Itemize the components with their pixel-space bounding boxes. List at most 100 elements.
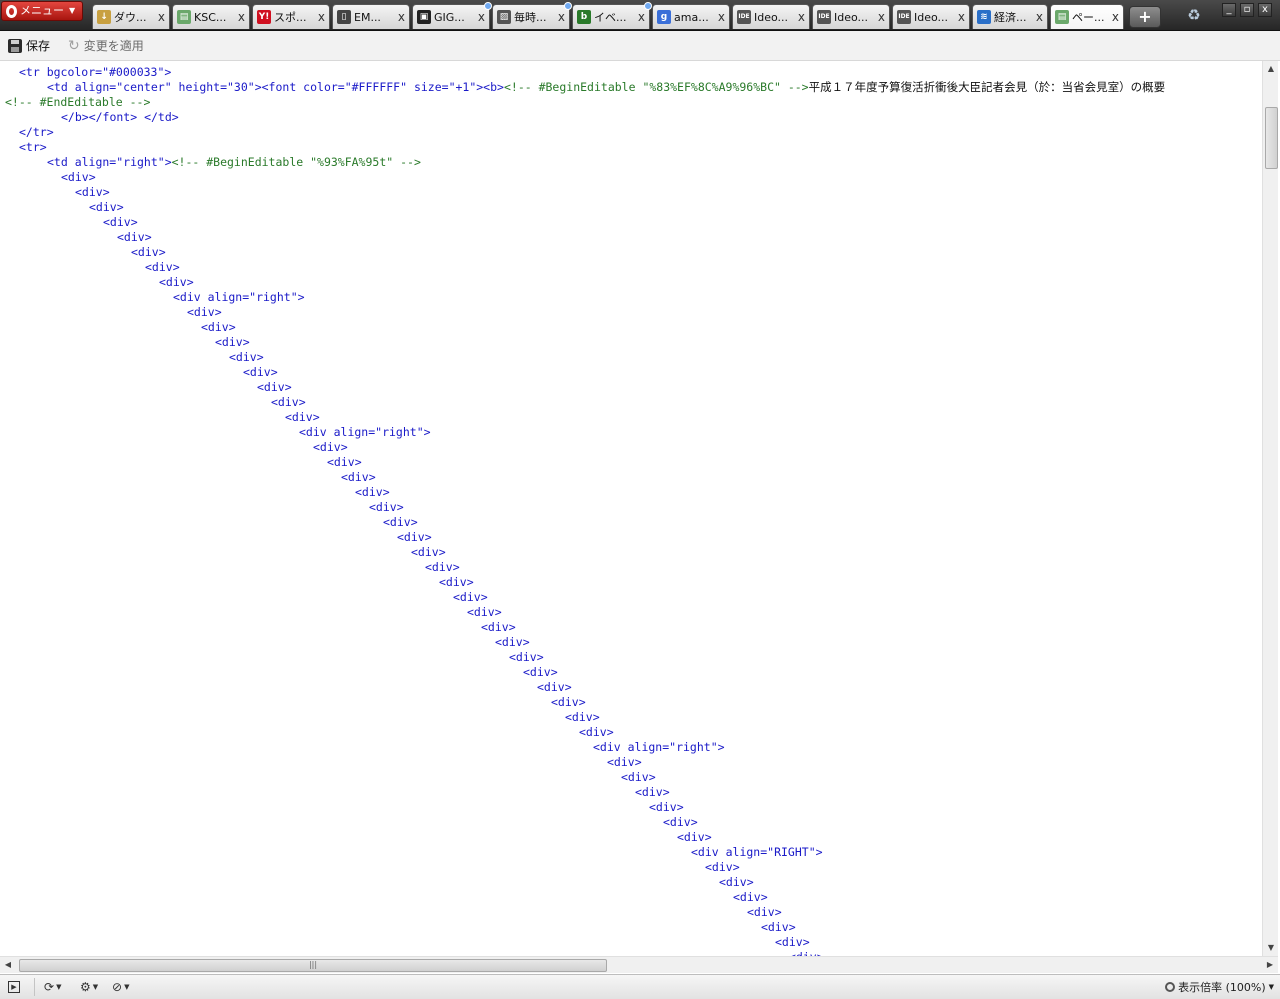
close-tab-icon[interactable]: x xyxy=(638,10,645,24)
source-line: <div> xyxy=(439,575,474,590)
scroll-left-arrow-icon[interactable]: ◀ xyxy=(0,957,16,973)
tab-5[interactable]: ▣ GIG... x xyxy=(412,2,492,29)
source-line: <div> xyxy=(187,305,222,320)
source-line: <div align="RIGHT"> xyxy=(691,845,823,860)
chevron-down-icon: ▼ xyxy=(69,6,76,15)
chevron-down-icon: ▼ xyxy=(92,983,99,991)
magnifier-icon xyxy=(1165,982,1176,992)
close-tab-icon[interactable]: x xyxy=(398,10,405,24)
tab-7[interactable]: b イベ... x xyxy=(572,2,652,29)
scroll-up-arrow-icon[interactable]: ▲ xyxy=(1263,61,1279,77)
code-tag: <div> xyxy=(257,380,292,394)
code-tag: <div> xyxy=(775,935,810,949)
close-tab-icon[interactable]: x xyxy=(798,10,805,24)
tab-1[interactable]: ↓ ダウ... x xyxy=(92,4,170,29)
sync-button[interactable]: ⟳ ▼ xyxy=(44,979,61,995)
code-tag: <td align="center" height="30"><font col… xyxy=(47,80,504,94)
panel-toggle-button[interactable]: ▶ xyxy=(8,979,20,995)
source-line: <div> xyxy=(523,665,558,680)
code-tag: <div> xyxy=(537,680,572,694)
tab-3[interactable]: Y! スポ... x xyxy=(252,4,330,29)
code-tag: <div> xyxy=(439,575,474,589)
code-tag: <div> xyxy=(89,200,124,214)
tab-title: ペー... xyxy=(1072,11,1105,24)
close-tab-icon[interactable]: x xyxy=(958,10,965,24)
page-icon: ▤ xyxy=(177,10,191,24)
apply-changes-button[interactable]: ↻ 変更を適用 xyxy=(68,37,144,54)
source-line: <div> xyxy=(145,260,180,275)
vertical-scroll-thumb[interactable] xyxy=(1265,107,1278,169)
source-line: <div> xyxy=(621,770,656,785)
code-comment: <!-- #BeginEditable "%83%EF%8C%A9%96%BC"… xyxy=(503,80,809,94)
close-tab-icon[interactable]: x xyxy=(478,10,485,24)
ideone-icon: IDE xyxy=(897,10,911,24)
zoom-control[interactable]: 表示倍率 (100%) ▼ xyxy=(1165,979,1274,995)
horizontal-scroll-thumb[interactable]: ||| xyxy=(19,959,607,972)
close-tab-icon[interactable]: x xyxy=(1112,10,1119,24)
source-line: <div> xyxy=(537,680,572,695)
source-line: <div> xyxy=(159,275,194,290)
source-line: <div> xyxy=(551,695,586,710)
code-tag: <div> xyxy=(551,695,586,709)
menu-button[interactable]: メニュー ▼ xyxy=(1,1,83,21)
close-window-button[interactable]: x xyxy=(1258,3,1272,17)
source-line: <div> xyxy=(705,860,740,875)
tab-2[interactable]: ▤ KSC... x xyxy=(172,4,250,29)
close-tab-icon[interactable]: x xyxy=(318,10,325,24)
source-line: <div> xyxy=(719,875,754,890)
new-tab-button[interactable]: + xyxy=(1129,6,1161,28)
unread-indicator-icon xyxy=(564,2,572,10)
image-icon: ▨ xyxy=(497,10,511,24)
source-line: <div> xyxy=(271,395,306,410)
close-tab-icon[interactable]: x xyxy=(878,10,885,24)
source-line: <div> xyxy=(313,440,348,455)
tab-4[interactable]: ▯ EM... x xyxy=(332,4,410,29)
code-tag: <div align="right"> xyxy=(593,740,725,754)
page-source-icon: ▤ xyxy=(1055,10,1069,24)
close-tab-icon[interactable]: x xyxy=(158,10,165,24)
scroll-right-arrow-icon[interactable]: ▶ xyxy=(1262,957,1278,973)
code-tag: <div> xyxy=(341,470,376,484)
tab-title: イベ... xyxy=(594,11,627,24)
tab-11[interactable]: IDE Ideo... x xyxy=(892,4,970,29)
close-tab-icon[interactable]: x xyxy=(558,10,565,24)
vertical-scrollbar[interactable]: ▲ ▼ xyxy=(1262,61,1278,956)
close-tab-icon[interactable]: x xyxy=(238,10,245,24)
tab-13[interactable]: ▤ ペー... x xyxy=(1050,4,1124,29)
trash-icon[interactable]: ♻ xyxy=(1186,5,1202,25)
close-tab-icon[interactable]: x xyxy=(718,10,725,24)
source-line: <div> xyxy=(467,605,502,620)
code-tag: <div> xyxy=(761,920,796,934)
source-line: <div align="right"> xyxy=(299,425,431,440)
tab-10[interactable]: IDE Ideo... x xyxy=(812,4,890,29)
tab-8[interactable]: g ama... x xyxy=(652,4,730,29)
b-icon: b xyxy=(577,10,591,24)
source-code-view[interactable]: <tr bgcolor="#000033"> <td align="center"… xyxy=(0,61,1262,956)
minimize-button[interactable]: _ xyxy=(1222,3,1236,17)
code-tag: <div> xyxy=(285,410,320,424)
tab-6[interactable]: ▨ 毎時... x xyxy=(492,2,572,29)
code-tag: <div> xyxy=(159,275,194,289)
code-tag: <div> xyxy=(453,590,488,604)
tab-title: ダウ... xyxy=(114,11,147,24)
code-tag: <div> xyxy=(621,770,656,784)
code-tag: <div> xyxy=(635,785,670,799)
tab-9[interactable]: IDE Ideo... x xyxy=(732,4,810,29)
source-line: <div> xyxy=(565,710,600,725)
code-tag: <div> xyxy=(131,245,166,259)
close-tab-icon[interactable]: x xyxy=(1036,10,1043,24)
source-line: <div> xyxy=(607,755,642,770)
horizontal-scrollbar[interactable]: ◀ ||| ▶ xyxy=(0,956,1278,973)
tab-12[interactable]: ≋ 経済... x xyxy=(972,4,1048,29)
source-line: <div> xyxy=(75,185,110,200)
turbo-button[interactable]: ⊘ ▼ xyxy=(112,979,129,995)
unite-button[interactable]: ⚙ ▼ xyxy=(80,979,98,995)
source-line: <div> xyxy=(425,560,460,575)
save-button[interactable]: 保存 xyxy=(8,37,50,54)
restore-button[interactable]: ▫ xyxy=(1240,3,1254,17)
source-line: <div> xyxy=(327,455,362,470)
source-line: <div align="right"> xyxy=(593,740,725,755)
source-line: <div align="right"> xyxy=(173,290,305,305)
scroll-down-arrow-icon[interactable]: ▼ xyxy=(1263,940,1279,956)
unread-indicator-icon xyxy=(644,2,652,10)
